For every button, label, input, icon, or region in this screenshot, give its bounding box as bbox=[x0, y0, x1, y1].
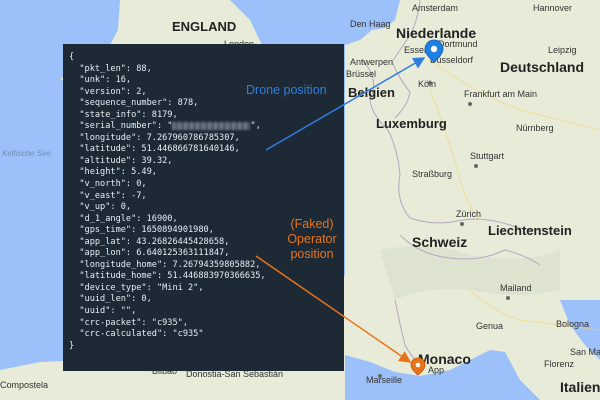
label-belgium: Belgien bbox=[348, 85, 395, 100]
label-amsterdam: Amsterdam bbox=[412, 3, 459, 13]
json-line: "longitude": 7.267960786785307, bbox=[69, 132, 240, 143]
drone-position-caption: Drone position bbox=[246, 83, 327, 97]
dot-stuttgart bbox=[474, 164, 478, 168]
json-line: "altitude": 39.32, bbox=[69, 155, 173, 166]
label-donostia: Donostia-San Sebastián bbox=[186, 369, 284, 379]
operator-position-caption: (Faked) Operator position bbox=[270, 217, 354, 262]
json-line: "v_east": -7, bbox=[69, 190, 147, 201]
label-nurnberg: Nürnberg bbox=[516, 123, 554, 133]
dot-koln bbox=[428, 81, 432, 85]
label-marseille: Marseille bbox=[366, 375, 403, 385]
label-monaco: Monaco bbox=[418, 351, 471, 367]
json-line: "uuid": "", bbox=[69, 306, 137, 317]
json-line: "sequence_number": 878, bbox=[69, 98, 199, 109]
label-england: ENGLAND bbox=[172, 19, 237, 34]
json-line: "v_up": 0, bbox=[69, 202, 132, 213]
label-bologna: Bologna bbox=[556, 319, 590, 329]
operator-caption-line: (Faked) bbox=[290, 217, 334, 231]
json-line: "pkt_len": 88, bbox=[69, 63, 152, 74]
operator-caption-line: Operator bbox=[287, 232, 337, 246]
label-strasbourg: Straßburg bbox=[412, 169, 453, 179]
json-line: "latitude_home": 51.446883970366635, bbox=[69, 271, 266, 282]
serial-key: "serial_number": " bbox=[69, 121, 173, 132]
label-mailand: Mailand bbox=[500, 283, 532, 293]
label-florenz: Florenz bbox=[544, 359, 575, 369]
operator-caption-line: position bbox=[290, 247, 334, 261]
json-line: "v_north": 0, bbox=[69, 179, 147, 190]
label-brussel: Brüssel bbox=[346, 69, 377, 79]
label-sanmarino: San Marino bbox=[570, 347, 600, 357]
label-essen: Essen bbox=[404, 45, 430, 55]
label-netherlands: Niederlande bbox=[396, 25, 477, 41]
redacted-serial bbox=[172, 121, 251, 130]
dot-zurich bbox=[460, 222, 464, 226]
label-celtic-sea: Keltische See bbox=[2, 149, 51, 158]
label-zurich: Zürich bbox=[456, 209, 482, 219]
label-luxembourg: Luxemburg bbox=[376, 116, 447, 131]
label-switzerland: Schweiz bbox=[412, 234, 468, 250]
label-liechtenstein: Liechtenstein bbox=[488, 223, 572, 238]
label-genua: Genua bbox=[476, 321, 504, 331]
json-line-serial: "serial_number": " ", bbox=[69, 121, 338, 133]
json-line: "height": 5.49, bbox=[69, 167, 157, 178]
label-frankfurt: Frankfurt am Main bbox=[464, 89, 538, 99]
json-line: "latitude": 51.446866781640146, bbox=[69, 144, 240, 155]
serial-suffix: ", bbox=[250, 121, 261, 132]
label-antwerpen: Antwerpen bbox=[350, 57, 394, 67]
label-germany: Deutschland bbox=[500, 59, 585, 75]
label-leipzig: Leipzig bbox=[548, 45, 577, 55]
json-line: } bbox=[69, 340, 75, 351]
json-line: "crc-packet": "c935", bbox=[69, 317, 188, 328]
label-den-haag: Den Haag bbox=[350, 19, 391, 29]
json-line: "state_info": 8179, bbox=[69, 109, 178, 120]
json-line: "uuid_len": 0, bbox=[69, 294, 152, 305]
label-koln: Köln bbox=[418, 79, 437, 89]
label-hannover: Hannover bbox=[533, 3, 573, 13]
label-stuttgart: Stuttgart bbox=[470, 151, 505, 161]
label-dusseldorf: Düsseldorf bbox=[430, 55, 474, 65]
label-app: App bbox=[428, 365, 445, 375]
json-line: "crc-calculated": "c935" bbox=[69, 329, 204, 340]
json-line: { bbox=[69, 52, 75, 62]
label-italy: Italien bbox=[560, 379, 600, 395]
dot-frankfurt bbox=[468, 102, 472, 106]
json-line: "device_type": "Mini 2", bbox=[69, 282, 204, 293]
label-dortmund: Dortmund bbox=[438, 39, 478, 49]
dot-marseille bbox=[378, 374, 382, 378]
label-compostela: Compostela bbox=[0, 380, 49, 390]
dot-mailand bbox=[506, 296, 510, 300]
